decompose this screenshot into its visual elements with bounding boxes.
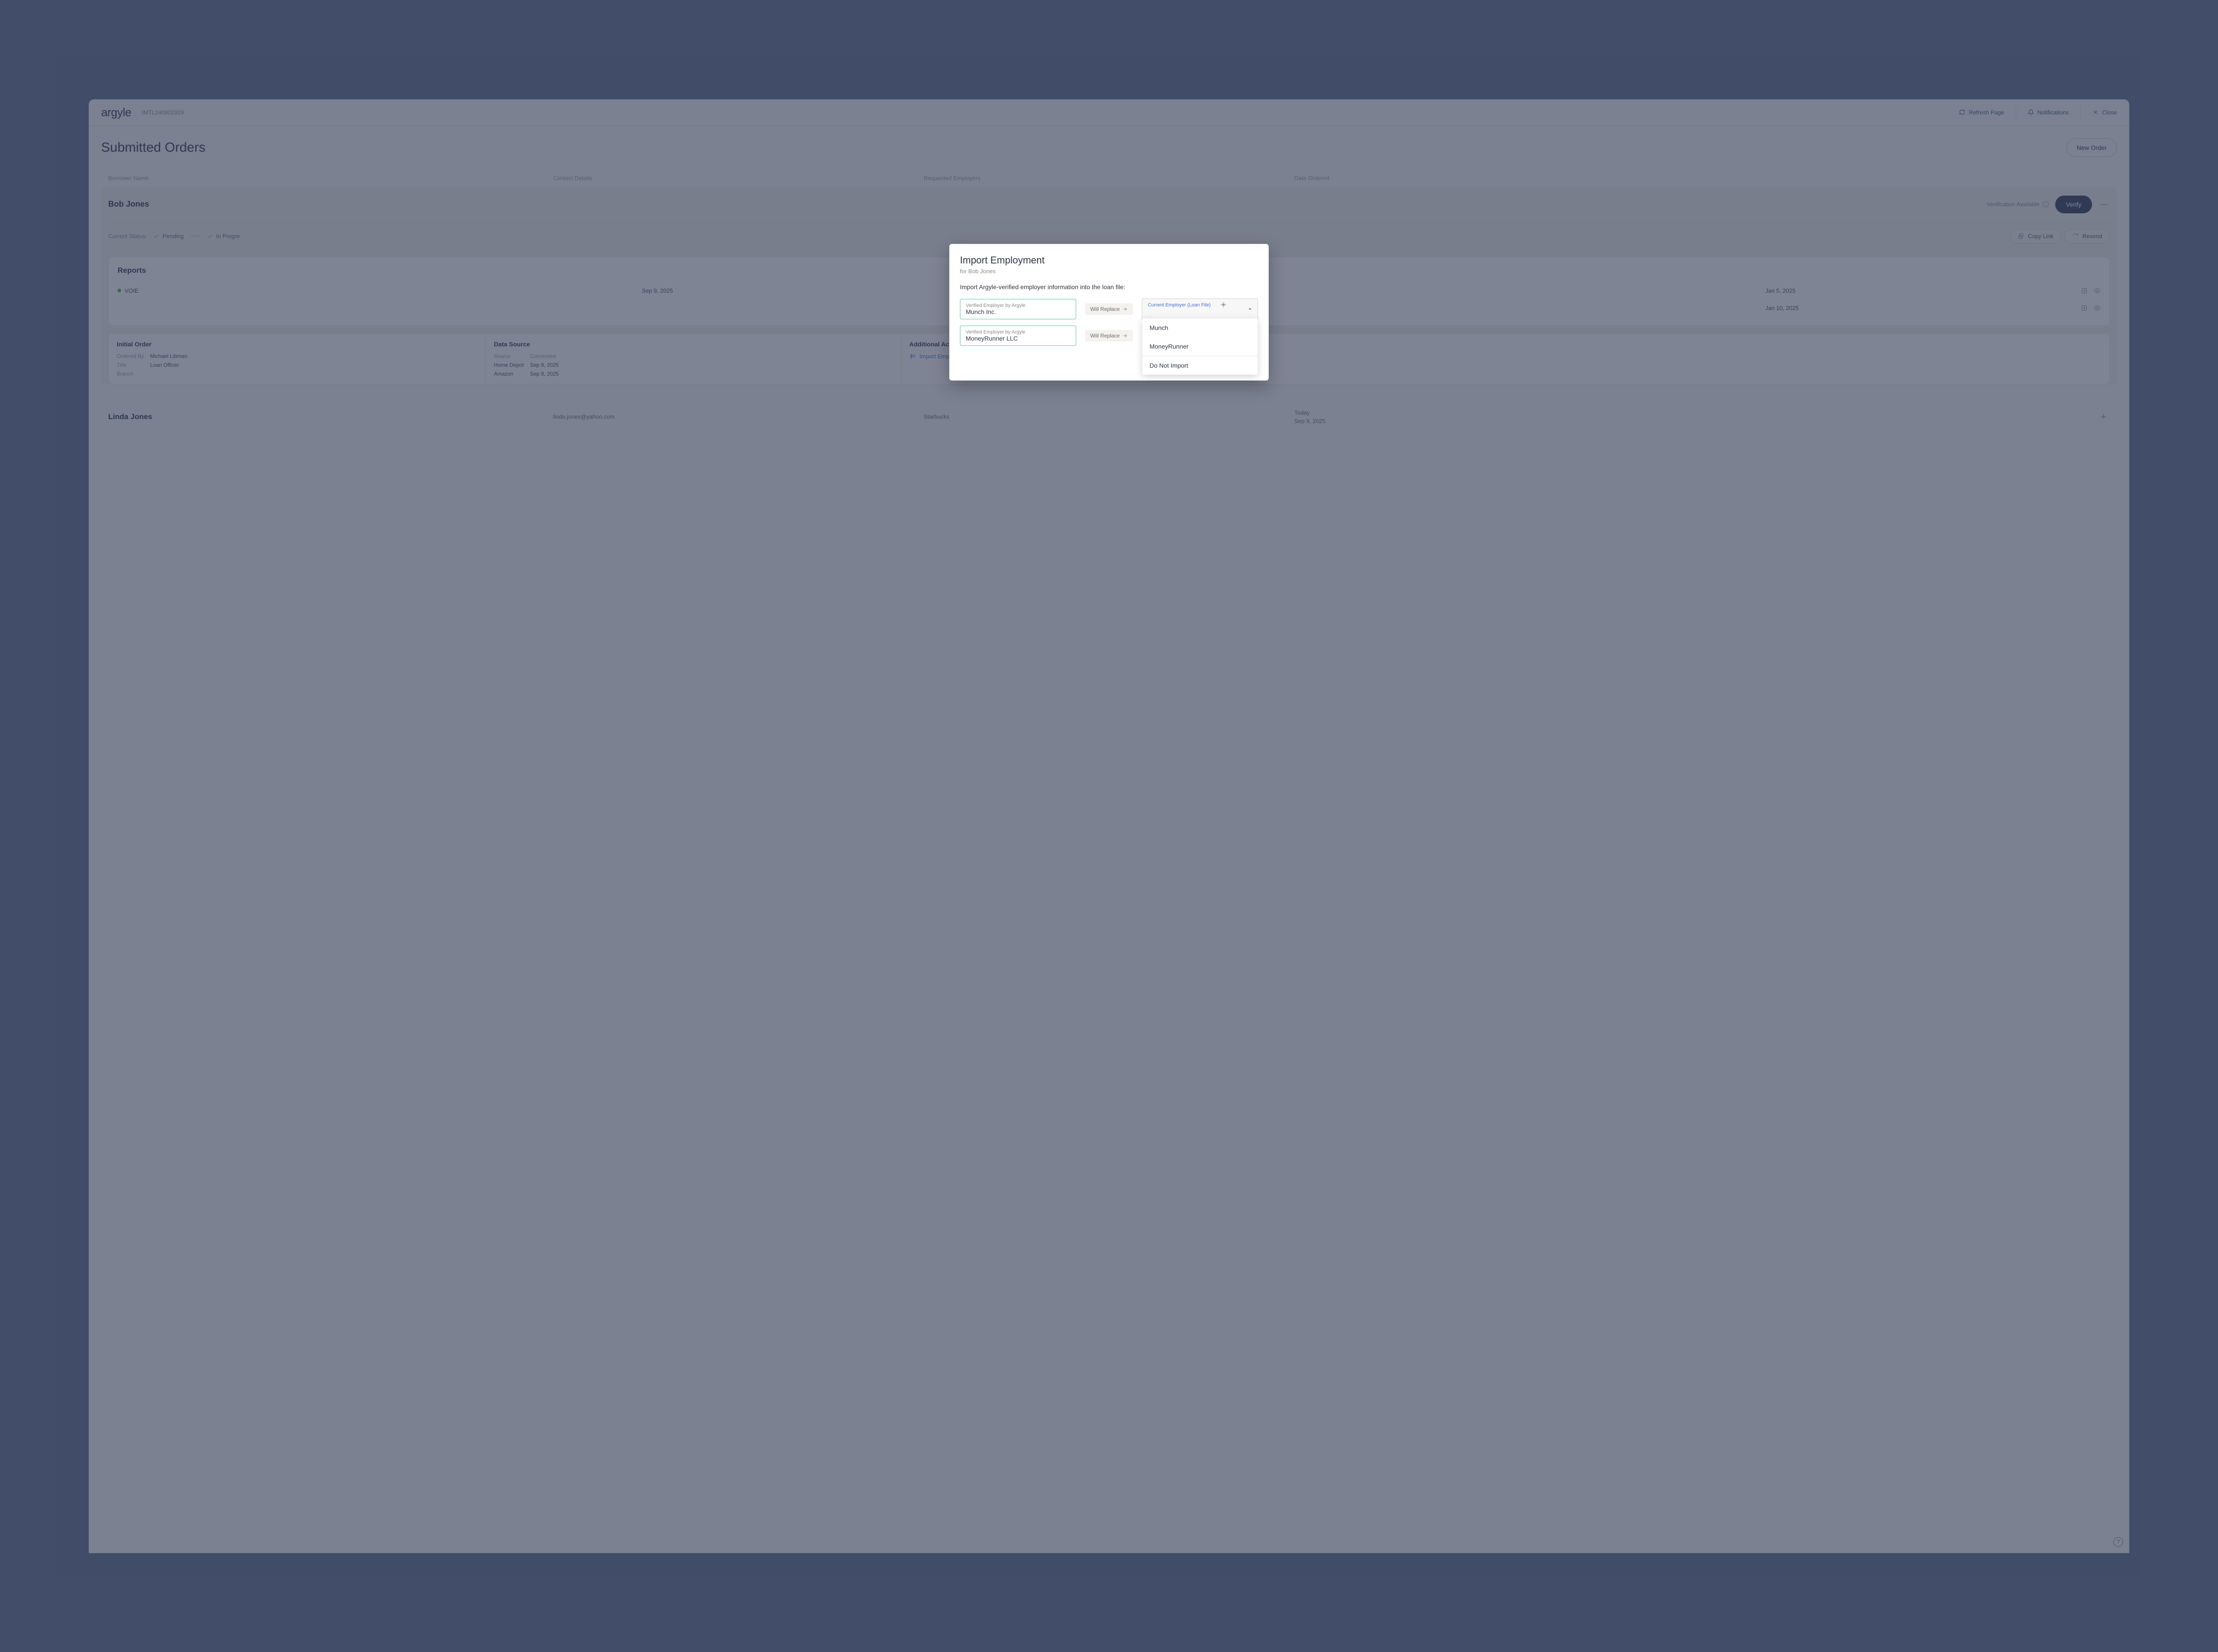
arrow-right-icon [1122, 333, 1128, 338]
dropdown-menu: Munch MoneyRunner Do Not Import [1142, 318, 1258, 375]
verified-employer-box: Verified Employer by Argyle Munch Inc. [960, 299, 1076, 319]
verified-employer-box: Verified Employer by Argyle MoneyRunner … [960, 326, 1076, 346]
cursor-icon [1220, 302, 1227, 308]
import-row: Verified Employer by Argyle Munch Inc. W… [960, 298, 1258, 319]
caret-up-icon [1248, 306, 1252, 311]
dropdown-option[interactable]: MoneyRunner [1142, 337, 1258, 356]
dropdown-option-do-not-import[interactable]: Do Not Import [1142, 356, 1258, 375]
dropdown-option[interactable]: Munch [1142, 318, 1258, 337]
will-replace-badge: Will Replace [1085, 303, 1133, 315]
will-replace-badge: Will Replace [1085, 330, 1133, 341]
modal-subtitle: for Bob Jones [960, 268, 1258, 275]
current-employer-dropdown[interactable]: Current Employer (Loan File) Munch Money… [1142, 298, 1258, 319]
modal-overlay[interactable]: Import Employment for Bob Jones Import A… [0, 0, 2218, 1652]
modal-instruction: Import Argyle-verified employer informat… [960, 283, 1258, 290]
modal-title: Import Employment [960, 255, 1258, 266]
arrow-right-icon [1122, 306, 1128, 312]
import-employment-modal: Import Employment for Bob Jones Import A… [949, 244, 1269, 381]
